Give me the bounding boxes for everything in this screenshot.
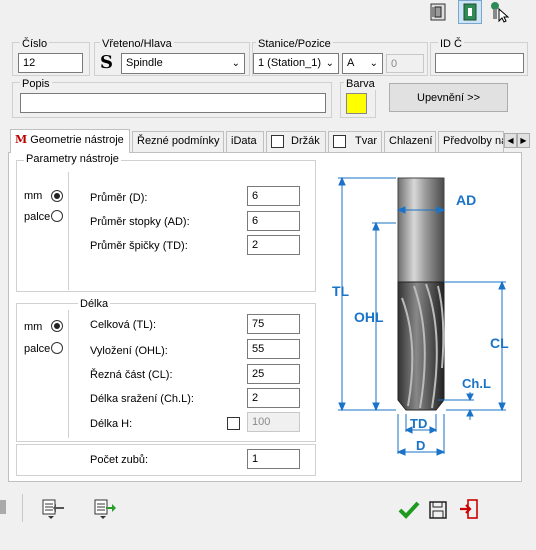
label-ohl: OHL [354, 309, 384, 325]
cursor-icon [491, 2, 510, 23]
tab-scroll-left-button[interactable]: ◀ [504, 133, 517, 148]
checkmark-icon [398, 501, 420, 519]
ok-button[interactable] [398, 500, 420, 520]
tool-diagram: AD TL OHL CL Ch.L TD D [332, 176, 509, 456]
tool-pointer-button[interactable] [488, 0, 512, 24]
unit-palce-label: palce [24, 211, 51, 223]
pocet-zubu-input[interactable]: 1 [247, 449, 300, 469]
tab-predvolby[interactable]: Předvolby ná [438, 131, 504, 152]
tool-shank [397, 177, 445, 283]
barva-label: Barva [344, 78, 377, 90]
save-button[interactable] [428, 500, 448, 520]
tab-drzak[interactable]: Držák [266, 131, 326, 152]
tab-geometrie-label: Geometrie nástroje [30, 134, 124, 146]
prumer-d-label: Průměr (D): [90, 192, 148, 204]
vylozeni-label: Vyložení (OHL): [90, 345, 168, 357]
vreteno-select[interactable]: Spindle ⌄ [121, 53, 245, 74]
tab-tvar[interactable]: Tvar [328, 131, 382, 152]
label-cl: CL [490, 335, 509, 351]
delka-unit-mm-radio[interactable] [51, 320, 63, 332]
delka-unit-palce-radio[interactable] [51, 342, 63, 354]
divider [68, 172, 69, 290]
tab-rezne-podminky[interactable]: Řezné podmínky [132, 131, 224, 152]
tab-idata-label: iData [231, 135, 257, 147]
pozice-value: A [347, 57, 355, 69]
geometry-icon: M [15, 133, 28, 146]
tab-chlazeni[interactable]: Chlazení [384, 131, 436, 152]
tvar-checkbox[interactable] [333, 135, 346, 148]
tool-icon [430, 3, 446, 21]
prumer-spicky-label: Průměr špičky (TD): [90, 240, 188, 252]
label-d: D [416, 438, 425, 453]
spindle-icon: S [100, 52, 113, 73]
import-button[interactable] [40, 498, 66, 520]
rezna-cast-input[interactable]: 25 [247, 364, 300, 384]
tool-holder-button[interactable] [458, 0, 482, 24]
parametry-title: Parametry nástroje [24, 153, 121, 165]
label-chl: Ch.L [462, 376, 491, 391]
id-input[interactable] [435, 53, 524, 73]
drzak-checkbox[interactable] [271, 135, 284, 148]
celkova-label: Celková (TL): [90, 319, 157, 331]
unit-mm-label: mm [24, 190, 43, 202]
cislo-label: Číslo [20, 38, 50, 50]
export-button[interactable] [92, 498, 118, 520]
cislo-input[interactable]: 12 [18, 53, 83, 73]
delka-h-input: 100 [247, 412, 300, 432]
tab-geometrie[interactable]: M Geometrie nástroje [10, 129, 130, 153]
label-tl: TL [332, 283, 350, 299]
delka-h-label: Délka H: [90, 418, 133, 430]
tab-predvolby-label: Předvolby ná [443, 135, 504, 147]
unit-mm-radio[interactable] [51, 190, 63, 202]
vylozeni-input[interactable]: 55 [247, 339, 300, 359]
import-icon [42, 499, 64, 519]
label-td: TD [410, 416, 427, 431]
toolbar-edge [0, 500, 6, 514]
tab-idata[interactable]: iData [226, 131, 264, 152]
vreteno-value: Spindle [126, 57, 163, 69]
tool-list-button[interactable] [426, 0, 450, 24]
popis-label: Popis [20, 78, 52, 90]
separator [22, 494, 23, 522]
barva-color-swatch[interactable] [346, 93, 367, 114]
tab-drzak-label: Držák [291, 135, 320, 147]
stanice-label: Stanice/Pozice [256, 38, 333, 50]
holder-icon [463, 3, 477, 21]
delka-srazeni-input[interactable]: 2 [247, 388, 300, 408]
popis-input[interactable] [20, 93, 326, 113]
exit-button[interactable] [458, 498, 480, 520]
export-icon [94, 499, 116, 519]
chevron-down-icon: ⌄ [369, 58, 378, 69]
pozice-select[interactable]: A ⌄ [342, 53, 383, 74]
label-ad: AD [456, 192, 476, 208]
chevron-down-icon: ⌄ [325, 58, 334, 69]
stanice-value: 1 (Station_1) [258, 57, 321, 69]
pocet-zubu-label: Počet zubů: [90, 454, 149, 466]
tab-rezne-podminky-label: Řezné podmínky [137, 135, 220, 147]
delka-title: Délka [78, 298, 111, 310]
chevron-down-icon: ⌄ [231, 58, 240, 69]
save-icon [429, 501, 447, 519]
tab-chlazeni-label: Chlazení [389, 135, 433, 147]
pozice-number-input: 0 [386, 54, 424, 73]
divider [68, 310, 69, 438]
upevneni-button[interactable]: Upevnění >> [389, 83, 508, 112]
unit-palce-radio[interactable] [51, 210, 63, 222]
delka-srazeni-label: Délka sražení (Ch.L): [90, 393, 194, 405]
delka-h-checkbox[interactable] [227, 417, 240, 430]
delka-unit-palce-label: palce [24, 343, 51, 355]
rezna-cast-label: Řezná část (CL): [90, 369, 173, 381]
id-label: ID Č [438, 38, 464, 50]
tab-tvar-label: Tvar [355, 135, 377, 147]
stanice-select[interactable]: 1 (Station_1) ⌄ [253, 53, 339, 74]
exit-icon [460, 499, 478, 519]
celkova-input[interactable]: 75 [247, 314, 300, 334]
prumer-stopky-label: Průměr stopky (AD): [90, 216, 190, 228]
prumer-spicky-input[interactable]: 2 [247, 235, 300, 255]
vreteno-label: Vřeteno/Hlava [100, 38, 174, 50]
prumer-stopky-input[interactable]: 6 [247, 211, 300, 231]
tab-scroll-right-button[interactable]: ▶ [517, 133, 530, 148]
delka-unit-mm-label: mm [24, 321, 43, 333]
prumer-d-input[interactable]: 6 [247, 186, 300, 206]
